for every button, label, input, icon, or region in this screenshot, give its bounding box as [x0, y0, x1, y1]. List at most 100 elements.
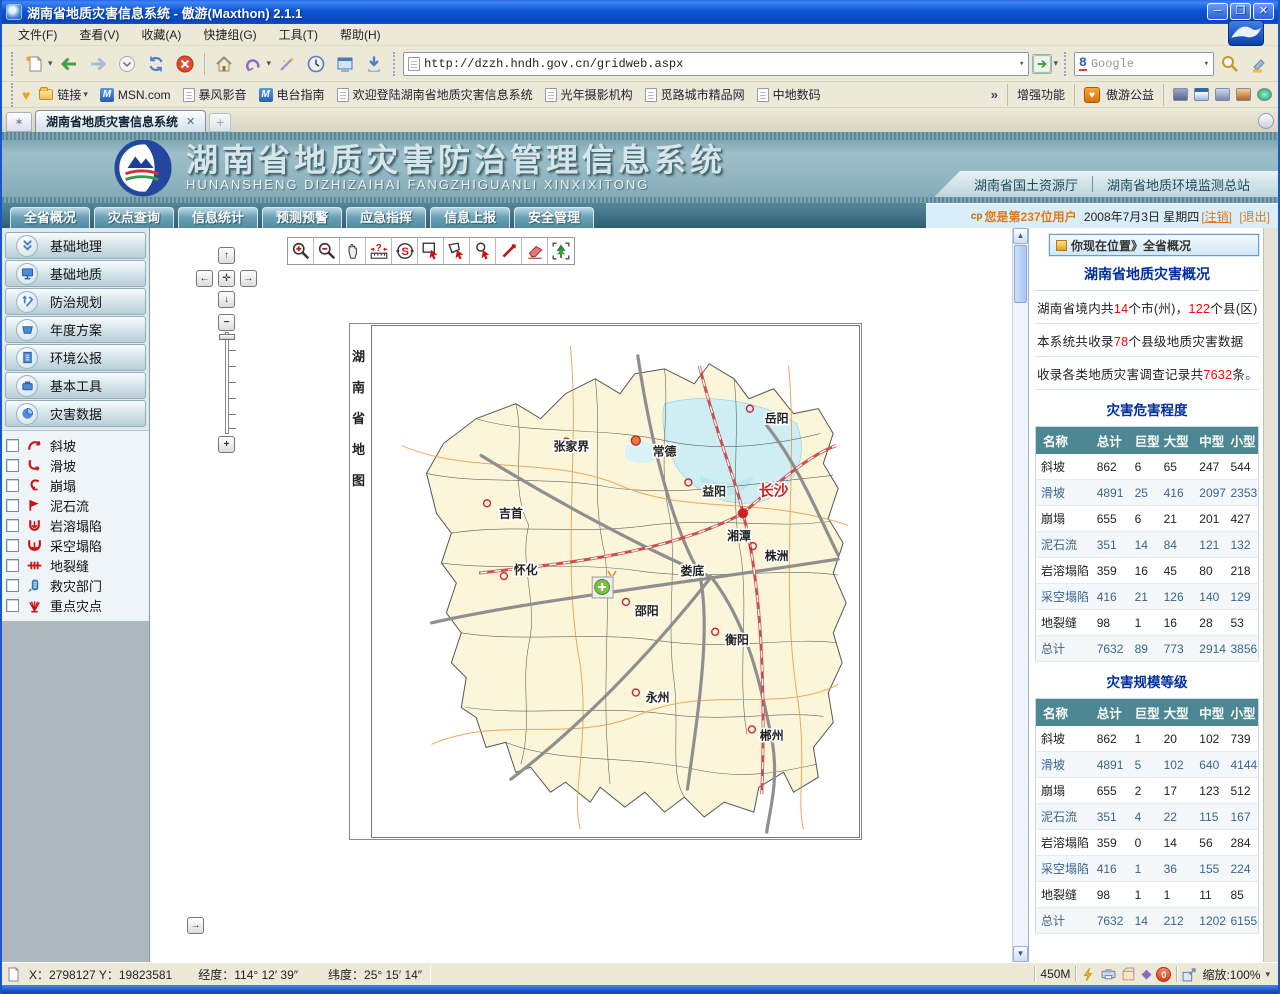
vertical-scrollbar[interactable]: ▲ ▼	[1012, 228, 1028, 962]
bookmark-item[interactable]: 中地数码	[752, 84, 826, 105]
nav-tab-预测预警[interactable]: 预测预警	[262, 207, 342, 228]
address-bar[interactable]: http://dzzh.hndh.gov.cn/gridweb.aspx ▾	[403, 52, 1029, 76]
popup-blocker-icon[interactable]: 0	[1156, 967, 1171, 982]
url-dropdown-icon[interactable]: ▾	[1019, 59, 1024, 69]
exit-link[interactable]: [退出]	[1239, 208, 1270, 225]
zoom-slider-track[interactable]	[225, 332, 229, 434]
pan-center-button[interactable]: ✛	[218, 270, 235, 287]
menu-item[interactable]: 工具(T)	[269, 24, 328, 45]
charity-link[interactable]: 傲游公益	[1106, 86, 1154, 103]
full-extent-tool-button[interactable]	[548, 238, 574, 264]
maximize-button[interactable]: ❐	[1230, 3, 1251, 20]
city-marker[interactable]	[631, 436, 640, 445]
search-box[interactable]: 8 Google ▾	[1074, 52, 1214, 76]
legend-checkbox[interactable]	[6, 519, 19, 532]
close-button[interactable]: ✕	[1253, 3, 1274, 20]
bookmark-item[interactable]: 暴风影音	[178, 84, 252, 105]
menu-item[interactable]: 收藏(A)	[131, 24, 191, 45]
new-page-button[interactable]	[21, 51, 47, 77]
polygon-select-tool-button[interactable]	[444, 238, 470, 264]
back-button[interactable]	[56, 51, 82, 77]
resize-page-icon[interactable]	[1182, 967, 1197, 982]
bookmark-item[interactable]: 觅路城市精品网	[640, 84, 750, 105]
go-button[interactable]	[1032, 54, 1052, 74]
filter-wand-button[interactable]	[274, 51, 300, 77]
pan-up-button[interactable]: ↑	[218, 247, 235, 264]
search-placeholder[interactable]: Google	[1091, 57, 1202, 71]
notes-icon[interactable]	[1215, 88, 1230, 101]
highlight-button[interactable]	[1246, 51, 1272, 77]
new-window-icon[interactable]	[1121, 967, 1136, 982]
panel-expand-button[interactable]: →	[187, 917, 204, 934]
proxy-icon[interactable]	[1101, 967, 1116, 982]
bookmark-item[interactable]: 欢迎登陆湖南省地质灾害信息系统	[332, 84, 538, 105]
boss-key-icon[interactable]	[1081, 967, 1096, 982]
bookmark-item[interactable]: 链接▾	[34, 84, 93, 105]
zoom-in-tool-button[interactable]	[288, 238, 314, 264]
bookmark-item[interactable]: MMSN.com	[95, 86, 176, 104]
new-page-dropdown-icon[interactable]: ▾	[48, 58, 53, 69]
scale-tool-button[interactable]: S	[392, 238, 418, 264]
zoom-plus-button[interactable]: +	[218, 436, 235, 453]
bookmark-item[interactable]: M电台指南	[254, 84, 330, 105]
draw-line-tool-button[interactable]	[496, 238, 522, 264]
sidebar-section-基础地理[interactable]: 基础地理	[5, 232, 146, 259]
legend-checkbox[interactable]	[6, 499, 19, 512]
map-canvas[interactable]: 张家界常德岳阳益阳长沙吉首湘潭株洲怀化娄底邵阳衡阳永州郴州	[371, 325, 860, 838]
legend-checkbox[interactable]	[6, 599, 19, 612]
scroll-down-icon[interactable]: ▼	[1013, 946, 1028, 962]
city-marker[interactable]	[738, 509, 747, 518]
sidebar-section-年度方案[interactable]: 年度方案	[5, 316, 146, 343]
screen-capture-button[interactable]	[332, 51, 358, 77]
pan-tool-button[interactable]	[340, 238, 366, 264]
pan-left-button[interactable]: ←	[196, 270, 213, 287]
url-text[interactable]: http://dzzh.hndh.gov.cn/gridweb.aspx	[424, 57, 1017, 71]
zoom-minus-button[interactable]: −	[218, 314, 235, 331]
measure-tool-button[interactable]: ?	[366, 238, 392, 264]
undo-dropdown-icon[interactable]: ▾	[267, 58, 272, 69]
scroll-thumb[interactable]	[1014, 245, 1027, 303]
history-dropdown-icon[interactable]	[114, 51, 140, 77]
nav-tab-全省概况[interactable]: 全省概况	[10, 207, 90, 228]
sidebar-toggle-icon[interactable]	[1173, 88, 1188, 101]
legend-checkbox[interactable]	[6, 459, 19, 472]
zoom-slider-handle[interactable]	[219, 334, 235, 340]
circle-select-tool-button[interactable]	[470, 238, 496, 264]
legend-checkbox[interactable]	[6, 439, 19, 452]
zoom-dropdown-icon[interactable]: ▾	[1265, 969, 1270, 980]
sidebar-section-防治规划[interactable]: 防治规划	[5, 288, 146, 315]
tab-close-icon[interactable]: ✕	[186, 115, 195, 128]
nav-tab-信息统计[interactable]: 信息统计	[178, 207, 258, 228]
banner-link[interactable]: 湖南省国土资源厅	[974, 175, 1078, 194]
plugin-diamond-icon[interactable]: ◆	[1141, 966, 1151, 982]
banner-link[interactable]: 湖南省地质环境监测总站	[1107, 175, 1250, 194]
favorites-heart-icon[interactable]: ♥	[22, 87, 30, 103]
stop-button[interactable]	[172, 51, 198, 77]
plugins-link[interactable]: 增强功能	[1017, 86, 1065, 103]
pan-right-button[interactable]: →	[240, 270, 257, 287]
legend-checkbox[interactable]	[6, 579, 19, 592]
nav-tab-灾点查询[interactable]: 灾点查询	[94, 207, 174, 228]
undo-button[interactable]	[240, 51, 266, 77]
nav-tab-应急指挥[interactable]: 应急指挥	[346, 207, 426, 228]
sidebar-section-基础地质[interactable]: 基础地质	[5, 260, 146, 287]
eraser-tool-button[interactable]	[522, 238, 548, 264]
menu-item[interactable]: 文件(F)	[8, 24, 67, 45]
sidebar-section-环境公报[interactable]: 环境公报	[5, 344, 146, 371]
zoom-level[interactable]: 缩放:100%	[1202, 966, 1260, 983]
history-clock-button[interactable]	[303, 51, 329, 77]
go-dropdown-icon[interactable]: ▾	[1053, 58, 1058, 69]
search-button[interactable]	[1217, 51, 1243, 77]
sidebar-section-灾害数据[interactable]: 灾害数据	[5, 400, 146, 427]
window-list-icon[interactable]	[1194, 88, 1209, 101]
scroll-up-icon[interactable]: ▲	[1013, 228, 1028, 244]
legend-checkbox[interactable]	[6, 559, 19, 572]
brush-icon[interactable]	[1236, 88, 1251, 101]
legend-checkbox[interactable]	[6, 539, 19, 552]
menu-item[interactable]: 快捷组(G)	[193, 24, 266, 45]
refresh-button[interactable]	[143, 51, 169, 77]
zoom-out-tool-button[interactable]	[314, 238, 340, 264]
globe-icon[interactable]	[1257, 88, 1272, 101]
tab-star-button[interactable]: ✶	[6, 112, 32, 132]
tab-active[interactable]: 湖南省地质灾害信息系统 ✕	[35, 110, 206, 132]
